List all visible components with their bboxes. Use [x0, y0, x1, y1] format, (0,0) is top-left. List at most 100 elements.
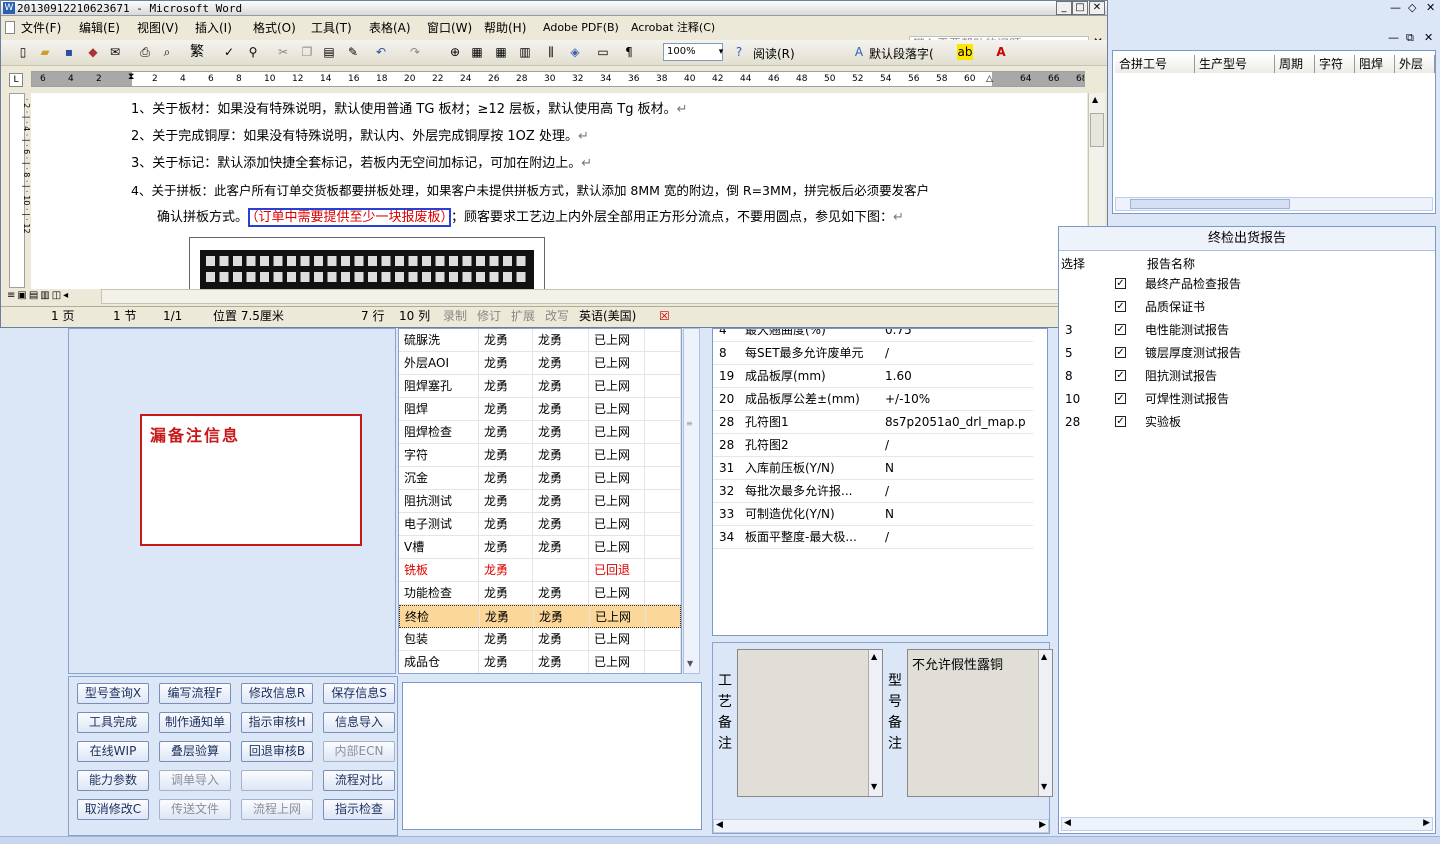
col-solder[interactable]: 阻焊 — [1355, 55, 1395, 73]
param-row[interactable]: 28 孔符图1 8s7p2051a0_drl_map.p — [713, 411, 1033, 434]
print-icon[interactable]: ⎙ — [137, 44, 153, 60]
menu-format[interactable]: 格式(O) — [249, 20, 300, 36]
styles-icon[interactable]: A — [851, 44, 867, 60]
permission-icon[interactable]: ◆ — [85, 44, 101, 60]
report-checkbox[interactable]: ✓ — [1115, 347, 1126, 358]
undo-icon[interactable]: ↶ — [373, 44, 389, 60]
maximize-icon[interactable]: □ — [1072, 1, 1088, 15]
report-hscroll[interactable]: ◀ ▶ — [1061, 817, 1433, 831]
style-select[interactable]: 默认段落字( — [869, 45, 934, 62]
paste-icon[interactable]: ▤ — [321, 44, 337, 60]
param-row[interactable]: 31 入库前压板(Y/N) N — [713, 457, 1033, 480]
menu-file[interactable]: 文件(F) — [17, 20, 65, 36]
process-row[interactable]: 包装 龙勇 龙勇 已上网 — [399, 628, 681, 651]
menu-adobe-pdf[interactable]: Adobe PDF(B) — [539, 20, 623, 36]
menu-acrobat[interactable]: Acrobat 注释(C) — [627, 20, 719, 36]
scroll-up-icon[interactable]: ▲ — [1092, 95, 1098, 104]
process-row[interactable]: 阻焊塞孔 龙勇 龙勇 已上网 — [399, 375, 681, 398]
craft-note-scrollbar[interactable]: ▲ ▼ — [868, 650, 882, 796]
hyperlink-icon[interactable]: ⊕ — [447, 44, 463, 60]
param-row[interactable]: 28 孔符图2 / — [713, 434, 1033, 457]
zoom-dropdown-icon[interactable]: ▾ — [713, 44, 729, 60]
merge-grid-thumb[interactable] — [1130, 199, 1290, 209]
param-row[interactable]: 19 成品板厚(mm) 1.60 — [713, 365, 1033, 388]
process-row[interactable]: 成品仓 龙勇 龙勇 已上网 — [399, 651, 681, 673]
scroll-left-icon[interactable]: ◀ — [716, 820, 723, 830]
action-button[interactable]: 编写流程F — [159, 683, 231, 704]
action-button[interactable]: 传送文件 — [159, 799, 231, 820]
help-icon[interactable]: ? — [731, 44, 747, 60]
scroll-right-icon[interactable]: ▶ — [1423, 818, 1430, 828]
report-checkbox[interactable]: ✓ — [1115, 301, 1126, 312]
report-row[interactable]: ✓ 最终产品检查报告 — [1059, 273, 1435, 296]
indent-marker-icon[interactable]: ⧗ — [128, 72, 134, 82]
action-button[interactable]: 流程上网 — [241, 799, 313, 820]
doc-horizontal-scrollbar[interactable]: ▶ — [101, 289, 1089, 304]
process-row[interactable]: 硫脲洗 龙勇 龙勇 已上网 — [399, 329, 681, 352]
child-minimize-icon[interactable]: — — [1388, 30, 1399, 46]
format-painter-icon[interactable]: ✎ — [345, 44, 361, 60]
report-checkbox[interactable]: ✓ — [1115, 370, 1126, 381]
param-row[interactable]: 33 可制造优化(Y/N) N — [713, 503, 1033, 526]
font-color-icon[interactable]: A — [993, 44, 1009, 60]
child-close-icon[interactable]: ✕ — [1424, 30, 1433, 46]
app-minimize-icon[interactable]: — — [1390, 0, 1401, 16]
scroll-up-icon[interactable]: ▲ — [1041, 652, 1047, 661]
view-buttons-icon[interactable]: ≡▣▤▥◫◂ — [7, 290, 70, 301]
tables-borders-icon[interactable]: ▦ — [469, 44, 485, 60]
new-icon[interactable]: ▯ — [15, 44, 31, 60]
process-row[interactable]: V槽 龙勇 龙勇 已上网 — [399, 536, 681, 559]
redo-icon[interactable]: ↷ — [407, 44, 423, 60]
spelling-status-icon[interactable]: ☒ — [659, 309, 670, 323]
process-row[interactable]: 沉金 龙勇 龙勇 已上网 — [399, 467, 681, 490]
cut-icon[interactable]: ✂ — [275, 44, 291, 60]
process-row[interactable]: 外层AOI 龙勇 龙勇 已上网 — [399, 352, 681, 375]
report-row[interactable]: 10 ✓ 可焊性测试报告 — [1059, 388, 1435, 411]
status-rev[interactable]: 修订 — [477, 309, 501, 323]
drawing-icon[interactable]: ◈ — [567, 44, 583, 60]
action-button[interactable]: 指示检查 — [323, 799, 395, 820]
col-report-name[interactable]: 报告名称 — [1147, 255, 1195, 272]
scroll-down-icon[interactable]: ▼ — [871, 782, 877, 791]
app-restore-icon[interactable]: ◇ — [1408, 0, 1416, 16]
open-icon[interactable]: ▰ — [37, 44, 53, 60]
close-icon[interactable]: ✕ — [1089, 1, 1105, 15]
action-button[interactable]: 叠层验算 — [159, 741, 231, 762]
action-button[interactable]: 在线WIP — [77, 741, 149, 762]
copy-icon[interactable]: ❐ — [299, 44, 315, 60]
horizontal-ruler[interactable]: 6 4 2 ⧗ 2 4 6 8 10 12 14 16 18 20 22 24 26 28 30 32 34 36… — [31, 71, 1085, 87]
tab-selector-icon[interactable]: L — [9, 73, 23, 87]
action-button[interactable]: 信息导入 — [323, 712, 395, 733]
action-button[interactable] — [241, 770, 313, 791]
process-row[interactable]: 阻焊 龙勇 龙勇 已上网 — [399, 398, 681, 421]
doc-scroll-thumb[interactable] — [1090, 113, 1104, 147]
insert-excel-icon[interactable]: ▥ — [517, 44, 533, 60]
action-button[interactable]: 流程对比 — [323, 770, 395, 791]
scroll-up-icon[interactable]: ▲ — [871, 652, 877, 661]
process-scrollbar[interactable]: ≡ ▼ — [683, 328, 700, 674]
action-button[interactable]: 修改信息R — [241, 683, 313, 704]
menu-tools[interactable]: 工具(T) — [307, 20, 356, 36]
child-restore-icon[interactable]: ⧉ — [1406, 30, 1414, 46]
scroll-down-icon[interactable]: ▼ — [1041, 782, 1047, 791]
email-icon[interactable]: ✉ — [107, 44, 123, 60]
action-button[interactable]: 内部ECN — [323, 741, 395, 762]
scroll-right-icon[interactable]: ▶ — [1039, 820, 1046, 830]
insert-table-icon[interactable]: ▦ — [493, 44, 509, 60]
action-button[interactable]: 型号查询X — [77, 683, 149, 704]
action-button[interactable]: 指示审核H — [241, 712, 313, 733]
right-indent-icon[interactable]: △ — [986, 74, 993, 84]
menu-edit[interactable]: 编辑(E) — [75, 20, 124, 36]
model-note-box[interactable]: 不允许假性露铜 ▲ ▼ — [907, 649, 1053, 797]
notes-hscroll[interactable]: ◀ ▶ — [713, 819, 1049, 833]
report-row[interactable]: 28 ✓ 实验板 — [1059, 411, 1435, 434]
col-select[interactable]: 选择 — [1061, 255, 1085, 272]
columns-icon[interactable]: ⫼ — [543, 44, 559, 60]
print-preview-icon[interactable]: ⌕ — [159, 44, 175, 60]
highlight-icon[interactable]: ab — [957, 44, 973, 60]
process-row[interactable]: 阻焊检查 龙勇 龙勇 已上网 — [399, 421, 681, 444]
report-checkbox[interactable]: ✓ — [1115, 416, 1126, 427]
model-note-scrollbar[interactable]: ▲ ▼ — [1038, 650, 1052, 796]
menu-help[interactable]: 帮助(H) — [480, 20, 530, 36]
action-button[interactable]: 取消修改C — [77, 799, 149, 820]
